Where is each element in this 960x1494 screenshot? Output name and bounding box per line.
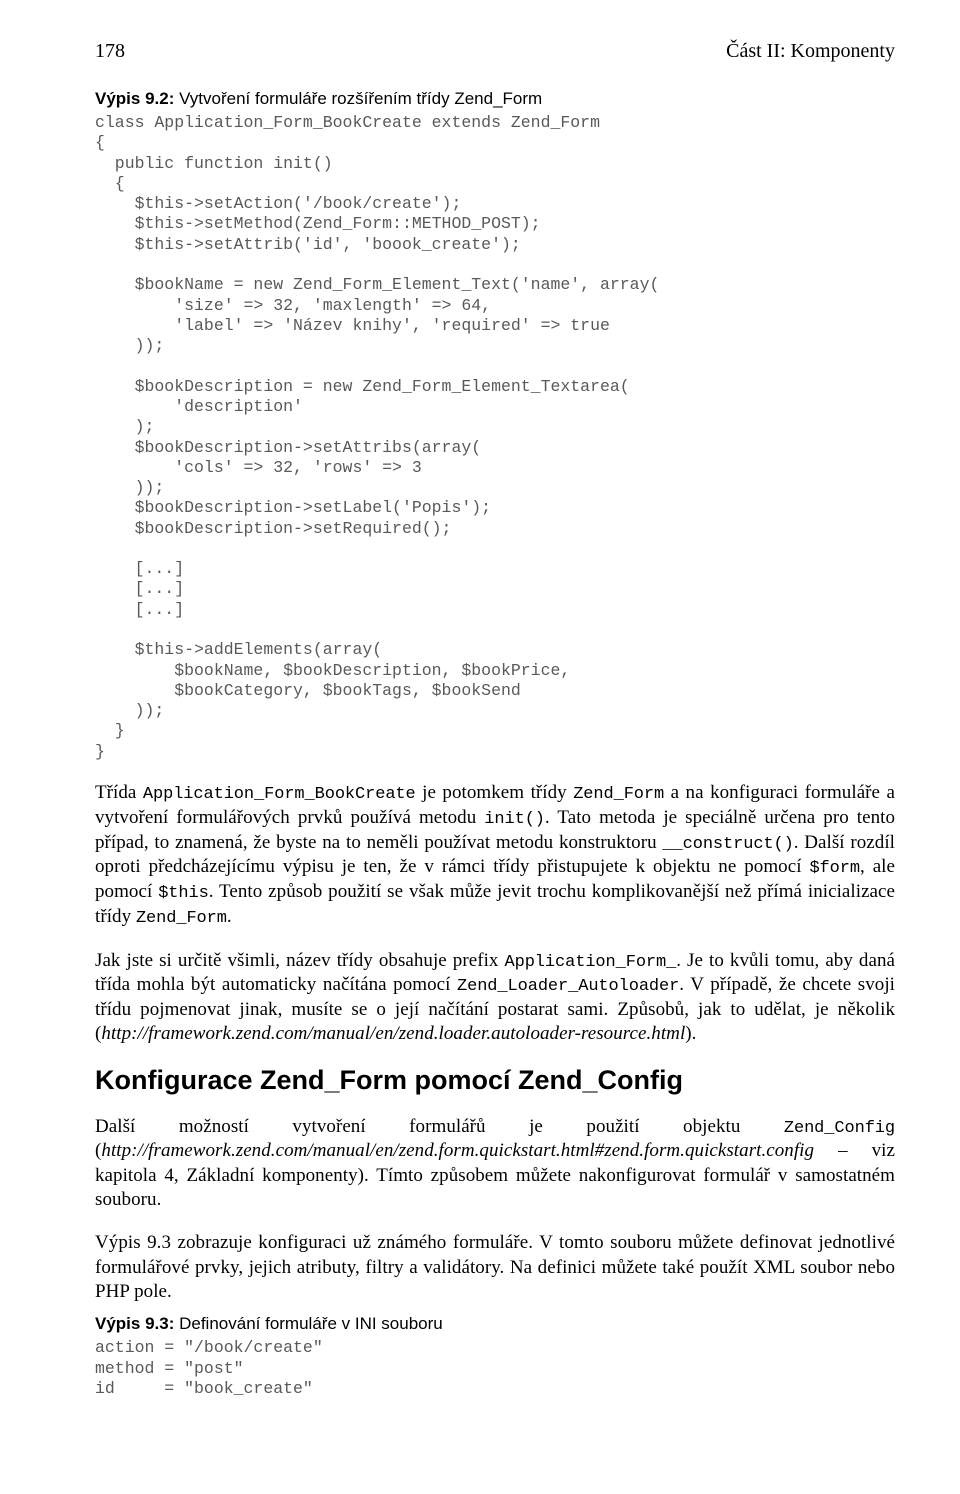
listing-label: Výpis 9.3: bbox=[95, 1314, 174, 1333]
document-page: 178 Část II: Komponenty Výpis 9.2: Vytvo… bbox=[0, 0, 960, 1461]
listing-title: Vytvoření formuláře rozšířením třídy Zen… bbox=[174, 89, 542, 108]
paragraph-2: Jak jste si určitě všimli, název třídy o… bbox=[95, 949, 895, 1047]
listing-title: Definování formuláře v INI souboru bbox=[174, 1314, 442, 1333]
paragraph-3: Další možností vytvoření formulářů je po… bbox=[95, 1115, 895, 1213]
page-number: 178 bbox=[95, 40, 125, 63]
section-title: Část II: Komponenty bbox=[726, 40, 895, 63]
code-block-9-3: action = "/book/create" method = "post" … bbox=[95, 1338, 895, 1399]
listing-9-2-caption: Výpis 9.2: Vytvoření formuláře rozšíření… bbox=[95, 89, 895, 109]
subheading: Konfigurace Zend_Form pomocí Zend_Config bbox=[95, 1065, 895, 1096]
paragraph-1: Třída Application_Form_BookCreate je pot… bbox=[95, 781, 895, 930]
paragraph-4: Výpis 9.3 zobrazuje konfiguraci už známé… bbox=[95, 1231, 895, 1304]
code-block-9-2: class Application_Form_BookCreate extend… bbox=[95, 113, 895, 762]
listing-label: Výpis 9.2: bbox=[95, 89, 174, 108]
page-header: 178 Část II: Komponenty bbox=[95, 40, 895, 63]
listing-9-3-caption: Výpis 9.3: Definování formuláře v INI so… bbox=[95, 1314, 895, 1334]
